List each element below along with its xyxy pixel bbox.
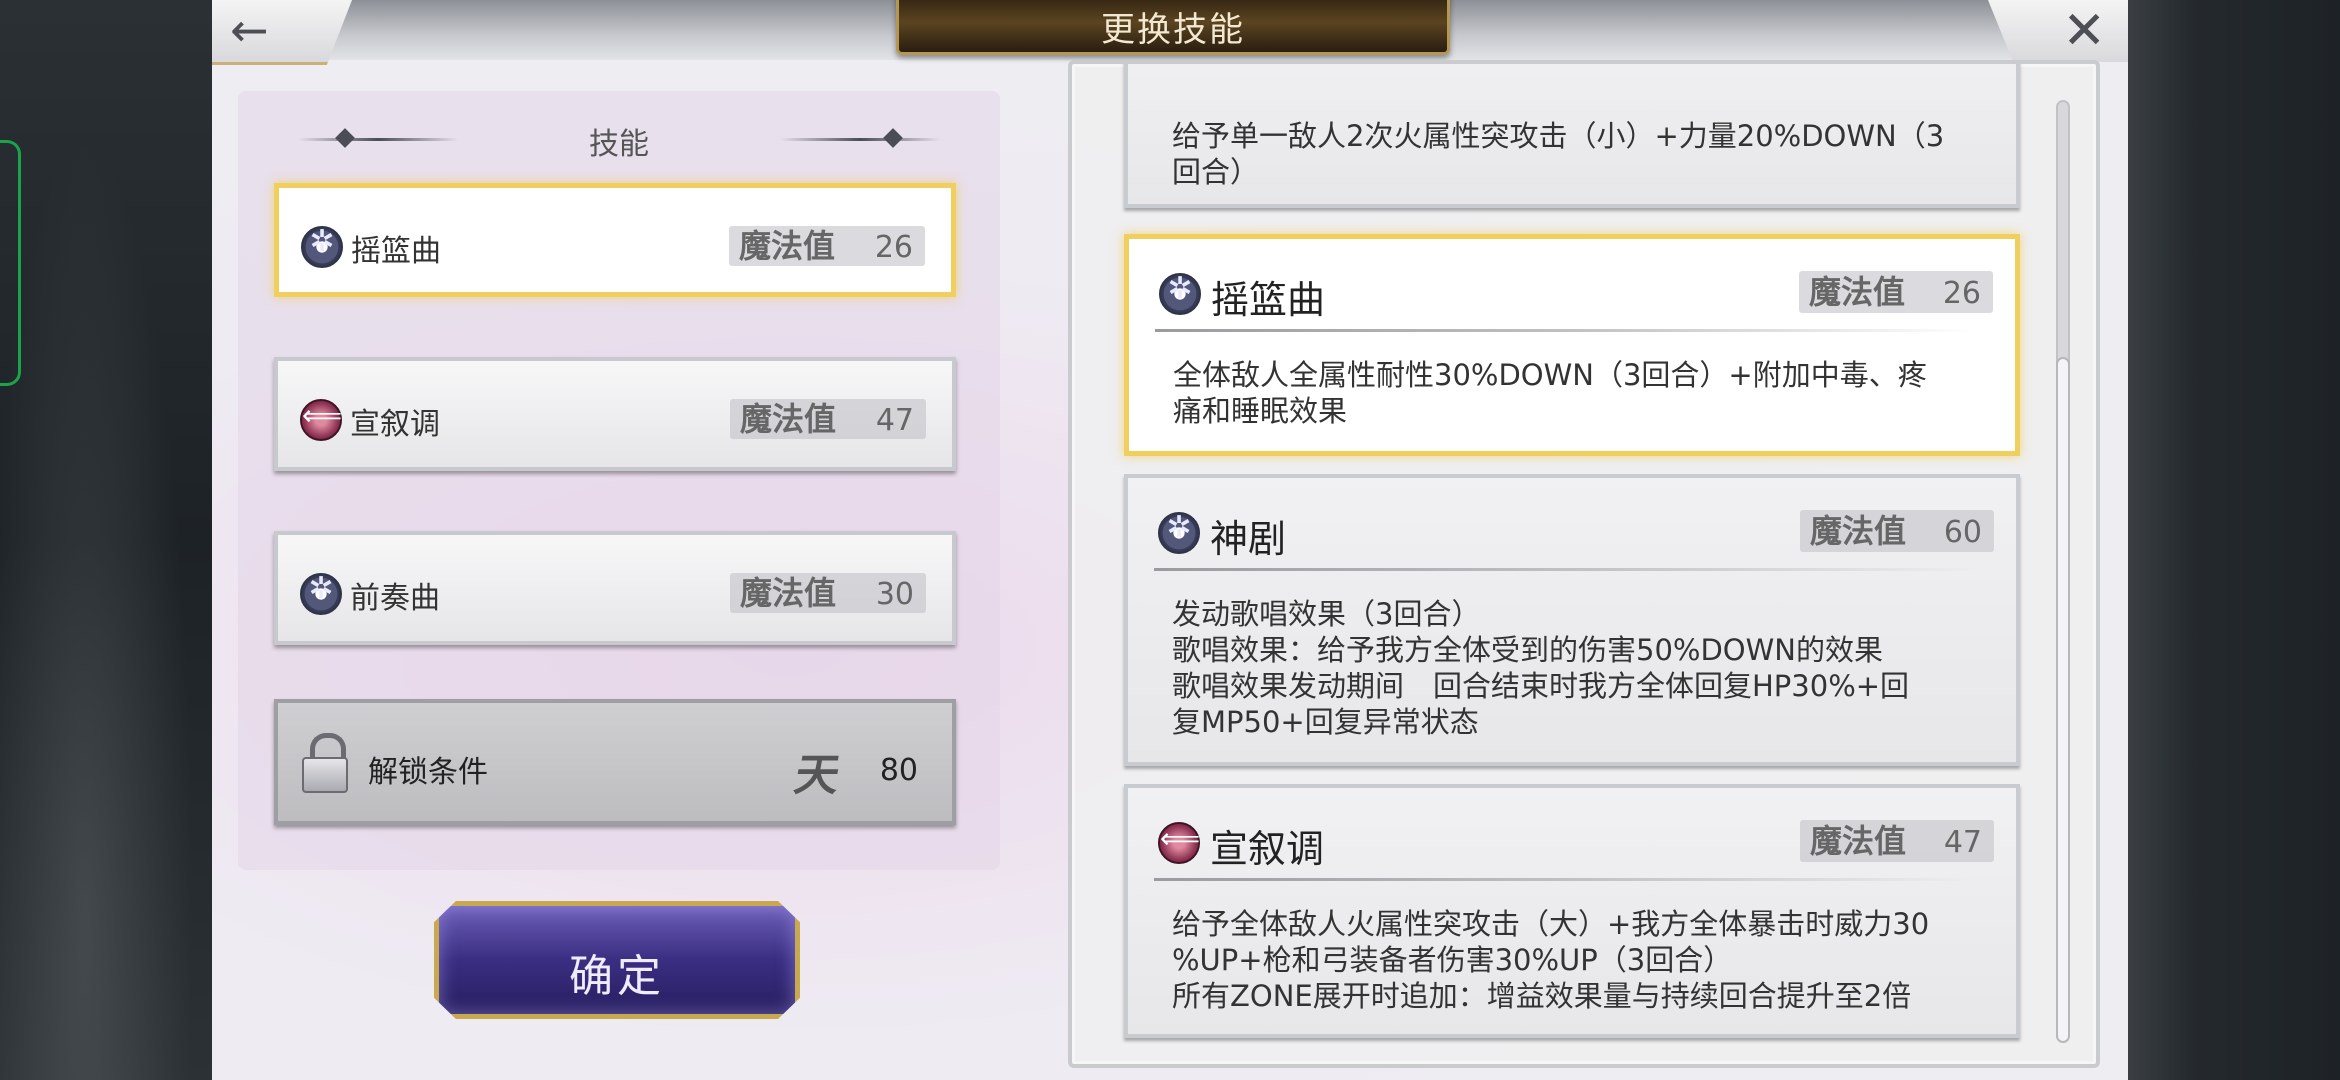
- mp-label: 魔法值: [1810, 512, 1907, 550]
- mp-value: 26: [874, 230, 913, 265]
- divider: [1155, 329, 1975, 332]
- skill-name: 宣叙调: [350, 407, 440, 442]
- mp-value: 60: [1943, 515, 1982, 550]
- skill-detail-card-1[interactable]: 摇篮曲 魔法值 26 全体敌人全属性耐性30%DOWN（3回合）+附加中毒、疼 …: [1124, 234, 2020, 456]
- skill-change-panel: ← 更换技能 ✕ 技能 摇篮曲 魔法值 26 宣叙调 魔法值 47: [212, 0, 2128, 1080]
- description-line: 全体敌人全属性耐性30%DOWN（3回合）+附加中毒、疼: [1173, 358, 1927, 392]
- mp-cost: 魔法值 47: [1800, 820, 1994, 862]
- skill-description: 给予全体敌人火属性突攻击（大）+我方全体暴击时威力30 %UP+枪和弓装备者伤害…: [1172, 906, 1986, 1014]
- back-arrow-icon: ←: [230, 3, 269, 57]
- divider: [1154, 878, 1976, 881]
- mp-value: 26: [1942, 276, 1981, 311]
- description-line: 歌唱效果：给予我方全体受到的伤害50%DOWN的效果: [1172, 633, 1883, 667]
- background-right: [2128, 0, 2340, 1080]
- scrollbar[interactable]: [2056, 100, 2070, 1043]
- description-line: 所有ZONE展开时追加：增益效果量与持续回合提升至2倍: [1172, 979, 1912, 1013]
- mp-label: 魔法值: [1809, 273, 1906, 311]
- skill-detail-card-2[interactable]: 神剧 魔法值 60 发动歌唱效果（3回合） 歌唱效果：给予我方全体受到的伤害50…: [1124, 474, 2020, 766]
- page-title: 更换技能: [1101, 10, 1245, 50]
- lock-body: [302, 757, 348, 793]
- star-emblem-icon: [301, 224, 343, 268]
- mp-label: 魔法值: [739, 227, 836, 265]
- mp-value: 30: [875, 577, 914, 612]
- locked-skill-card[interactable]: 解锁条件 天 80: [274, 699, 956, 825]
- star-emblem-icon: [1159, 271, 1201, 315]
- description-line: 歌唱效果发动期间 回合结束时我方全体回复HP30%+回: [1172, 669, 1910, 703]
- skill-name: 前奏曲: [350, 581, 440, 616]
- unlock-value: 80: [879, 753, 918, 788]
- skill-name: 宣叙调: [1210, 827, 1325, 871]
- skill-description: 给予单一敌人2次火属性突攻击（小）+力量20%DOWN（3 回合）: [1172, 118, 1986, 190]
- star-emblem-icon: [300, 571, 342, 615]
- skill-name: 神剧: [1210, 517, 1287, 561]
- description-line: 回合）: [1172, 155, 1260, 189]
- description-line: 复MP50+回复异常状态: [1172, 705, 1479, 739]
- skill-card-3[interactable]: 前奏曲 魔法值 30: [274, 531, 956, 645]
- skill-detail-card-3[interactable]: 宣叙调 魔法值 47 给予全体敌人火属性突攻击（大）+我方全体暴击时威力30 %…: [1124, 784, 2020, 1038]
- skill-detail-card-partial[interactable]: 给予单一敌人2次火属性突攻击（小）+力量20%DOWN（3 回合）: [1124, 64, 2020, 208]
- skill-name: 摇篮曲: [1211, 278, 1326, 322]
- rank-glyph-icon: 天: [790, 750, 844, 801]
- mp-cost: 魔法值 26: [729, 226, 925, 266]
- mp-value: 47: [875, 403, 914, 438]
- mp-label: 魔法值: [740, 574, 837, 612]
- mp-cost: 魔法值 26: [1799, 271, 1993, 313]
- skill-card-2[interactable]: 宣叙调 魔法值 47: [274, 357, 956, 471]
- skill-name: 摇篮曲: [351, 234, 441, 269]
- confirm-button[interactable]: 确定: [434, 901, 800, 1019]
- mp-cost: 魔法值 47: [730, 399, 926, 439]
- mp-label: 魔法值: [1810, 822, 1907, 860]
- divider: [1154, 568, 1976, 571]
- skill-detail-list[interactable]: 给予单一敌人2次火属性突攻击（小）+力量20%DOWN（3 回合） 摇篮曲 魔法…: [1068, 60, 2100, 1068]
- arrow-emblem-icon: [300, 399, 342, 441]
- skill-card-1[interactable]: 摇篮曲 魔法值 26: [274, 183, 956, 297]
- lock-icon: [302, 733, 348, 793]
- title-plate: 更换技能: [896, 0, 1450, 55]
- mp-cost: 魔法值 60: [1800, 510, 1994, 552]
- confirm-label: 确定: [569, 951, 665, 1002]
- ornament-right-icon: [780, 138, 940, 141]
- unlock-condition-label: 解锁条件: [368, 755, 488, 790]
- description-line: 痛和睡眠效果: [1173, 394, 1348, 428]
- description-line: 给予全体敌人火属性突攻击（大）+我方全体暴击时威力30: [1172, 907, 1930, 941]
- edge-indicator: [0, 140, 21, 386]
- close-icon: ✕: [2062, 1, 2106, 61]
- description-line: 发动歌唱效果（3回合）: [1172, 597, 1481, 631]
- description-line: %UP+枪和弓装备者伤害30%UP（3回合）: [1172, 943, 1733, 977]
- background-left: [0, 0, 212, 1080]
- mp-cost: 魔法值 30: [730, 573, 926, 613]
- mp-label: 魔法值: [740, 400, 837, 438]
- mp-value: 47: [1943, 825, 1982, 860]
- scrollbar-thumb[interactable]: [2056, 357, 2070, 1043]
- arrow-emblem-icon: [1158, 822, 1200, 864]
- skill-list-panel: 技能 摇篮曲 魔法值 26 宣叙调 魔法值 47 前奏曲 魔法值 30: [238, 91, 1000, 870]
- skill-description: 发动歌唱效果（3回合） 歌唱效果：给予我方全体受到的伤害50%DOWN的效果 歌…: [1172, 596, 1986, 740]
- skill-description: 全体敌人全属性耐性30%DOWN（3回合）+附加中毒、疼 痛和睡眠效果: [1173, 357, 1985, 429]
- description-line: 给予单一敌人2次火属性突攻击（小）+力量20%DOWN（3: [1172, 119, 1945, 153]
- star-emblem-icon: [1158, 510, 1200, 554]
